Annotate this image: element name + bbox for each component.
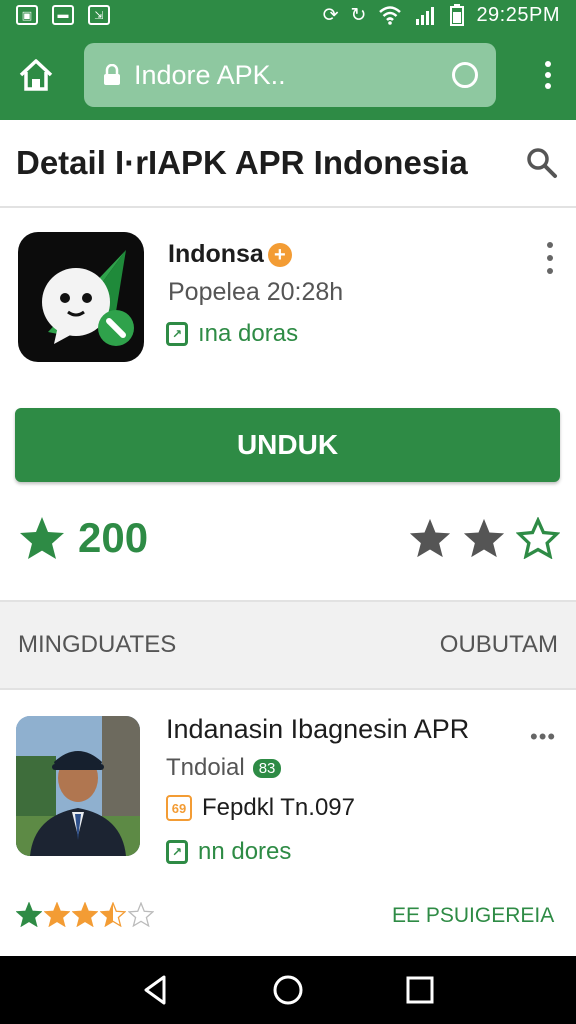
avatar [16,716,140,856]
list-item[interactable]: Indanasin Ibagnesin APR ••• Tndoial 83 6… [0,690,576,956]
app-name: Indonsa [168,240,264,268]
section-link[interactable]: OUBUTAM [440,631,558,659]
search-icon[interactable] [524,145,560,181]
item-tag-row: ↗ nn dores [166,838,291,866]
system-nav-bar [0,956,576,1024]
dot-icon [547,242,553,248]
recents-icon [406,976,434,1004]
wifi-icon [379,6,402,25]
page-title: Detail I·rIAPK APR Indonesia [16,144,468,181]
rating-star-icon [44,902,70,927]
home-nav-button[interactable] [268,970,308,1010]
address-bar[interactable]: Indore APK.. [84,43,496,107]
plus-icon: + [267,242,292,267]
page-header: Detail I·rIAPK APR Indonesia [0,120,576,208]
tag-icon: ↗ [166,840,188,864]
rating-star-icon [72,902,98,927]
rating-star-icon [16,902,42,927]
overflow-menu-button[interactable] [534,55,562,95]
item-rating-stars [16,902,154,927]
star-filled-icon[interactable] [462,517,506,559]
star-outline-icon[interactable] [516,517,560,559]
sync-icon: ⟳ [322,4,339,26]
rating-row: 200 [18,508,560,568]
download-notification-icon: ⇲ [88,5,110,25]
home-button[interactable] [14,53,58,97]
rating-star-icon [128,902,154,927]
app-more-button[interactable] [540,240,560,276]
back-icon [144,975,166,1005]
rating-star-icon [100,902,126,927]
download-button[interactable]: UNDUK [15,408,560,482]
dot-icon [545,72,551,78]
status-bar: ▣ ▬ ⇲ ⟳ ↻ 29:25PM [0,0,576,30]
recents-button[interactable] [400,970,440,1010]
status-time: 29:25PM [476,3,560,26]
app-tag: ına doras [198,320,299,347]
version-badge: 69 [166,795,192,821]
count-badge: 83 [252,758,282,778]
tag-icon: ↗ [166,322,188,346]
battery-icon [450,4,465,26]
section-label: MINGDUATES [18,631,177,658]
section-header: MINGDUATES OUBUTAM [0,600,576,690]
home-circle-icon [273,975,303,1005]
rate-stars[interactable] [408,517,560,559]
item-version-row: 69 Fepdkl Tn.097 [166,794,355,822]
rotate-icon: ↻ [350,4,367,26]
refresh-icon[interactable] [452,62,478,88]
item-link[interactable]: EE PSUIGEREIA [392,904,554,928]
image-notification-icon: ▣ [16,5,38,25]
app-meta: Popelea 20:28h [168,278,344,306]
rating-count: 200 [78,514,149,561]
star-filled-icon[interactable] [408,517,452,559]
item-sub-row: Tndoial 83 [166,754,282,782]
item-version: Fepdkl Tn.097 [202,794,355,821]
dot-icon [547,255,553,261]
star-icon [20,517,64,559]
message-notification-icon: ▬ [52,5,74,25]
item-subtitle: Tndoial [166,754,245,781]
app-tag-row: ↗ ına doras [166,320,298,348]
item-title: Indanasin Ibagnesin APR [166,714,470,744]
app-detail-card: Indonsa + Popelea 20:28h ↗ ına doras UND… [0,208,576,600]
item-tag: nn dores [198,838,292,865]
dot-icon [545,61,551,67]
app-logo-icon [18,232,144,362]
home-icon [19,59,53,91]
dot-icon [545,83,551,89]
url-text: Indore APK.. [134,59,286,90]
signal-icon [416,7,435,25]
back-button[interactable] [136,970,176,1010]
item-more-button[interactable]: ••• [530,724,556,750]
browser-toolbar: Indore APK.. [0,30,576,120]
dot-icon [547,268,553,274]
app-name-row: Indonsa + [168,240,292,269]
lock-icon [104,64,120,85]
